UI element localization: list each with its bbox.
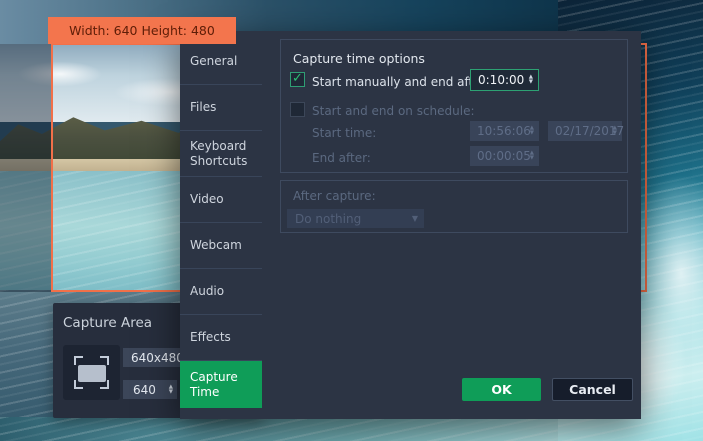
spinner-down-icon: ▼ bbox=[530, 131, 534, 136]
desktop: Width: 640 Height: 480 Capture Area 640x… bbox=[0, 0, 703, 441]
after-capture-dropdown: Do nothing ▼ bbox=[287, 209, 424, 228]
start-manually-checkbox[interactable]: ✓ bbox=[290, 72, 305, 87]
sidebar-item-keyboard-shortcuts[interactable]: Keyboard Shortcuts bbox=[180, 131, 262, 177]
sidebar-item-files[interactable]: Files bbox=[180, 85, 262, 131]
checkmark-icon: ✓ bbox=[292, 71, 303, 86]
start-date-field: 02/17/2017 ▲ ▼ bbox=[548, 121, 622, 141]
capture-size-label: Width: 640 Height: 480 bbox=[48, 17, 236, 44]
section-title: Capture time options bbox=[293, 51, 425, 66]
capture-rect-icon bbox=[78, 365, 106, 382]
end-after-schedule-field: 00:00:05 ▲ ▼ bbox=[470, 146, 539, 166]
sidebar-item-effects[interactable]: Effects bbox=[180, 315, 262, 361]
capture-size-value: 640x480 bbox=[131, 351, 184, 365]
settings-sidebar: General Files Keyboard Shortcuts Video W… bbox=[180, 31, 262, 419]
sidebar-item-capture-time[interactable]: Capture Time bbox=[180, 361, 262, 408]
spinner-down-icon: ▼ bbox=[530, 156, 534, 161]
end-after-duration-field[interactable]: 0:10:00 ▲ ▼ bbox=[470, 69, 539, 91]
chevron-down-icon: ▼ bbox=[412, 214, 418, 223]
capture-width-value: 640 bbox=[133, 383, 156, 397]
ok-button[interactable]: OK bbox=[462, 378, 541, 401]
start-time-label: Start time: bbox=[312, 126, 376, 140]
spinner-down-icon[interactable]: ▼ bbox=[169, 390, 173, 395]
schedule-label: Start and end on schedule: bbox=[312, 104, 475, 118]
cancel-button[interactable]: Cancel bbox=[552, 378, 633, 401]
capture-time-options-section: Capture time options ✓ Start manually an… bbox=[280, 39, 628, 173]
start-manually-label: Start manually and end after: bbox=[312, 75, 489, 89]
sidebar-item-webcam[interactable]: Webcam bbox=[180, 223, 262, 269]
sidebar-item-general[interactable]: General bbox=[180, 39, 262, 85]
after-capture-section: After capture: Do nothing ▼ bbox=[280, 180, 628, 233]
spinner-down-icon[interactable]: ▼ bbox=[529, 80, 533, 85]
capture-area-icon[interactable] bbox=[63, 345, 120, 400]
schedule-checkbox[interactable] bbox=[290, 102, 305, 117]
bracket-corner-icon bbox=[100, 356, 109, 365]
capture-width-spinner[interactable]: 640 ▲ ▼ bbox=[123, 380, 177, 399]
settings-dialog: General Files Keyboard Shortcuts Video W… bbox=[180, 31, 641, 419]
start-time-field: 10:56:06 ▲ ▼ bbox=[470, 121, 539, 141]
spinner-down-icon: ▼ bbox=[613, 131, 617, 136]
sidebar-item-audio[interactable]: Audio bbox=[180, 269, 262, 315]
end-after-label: End after: bbox=[312, 151, 371, 165]
capture-area-title: Capture Area bbox=[63, 315, 152, 331]
sidebar-item-video[interactable]: Video bbox=[180, 177, 262, 223]
dimmed-region bbox=[0, 44, 51, 292]
after-capture-label: After capture: bbox=[293, 189, 376, 203]
bracket-corner-icon bbox=[74, 356, 83, 365]
